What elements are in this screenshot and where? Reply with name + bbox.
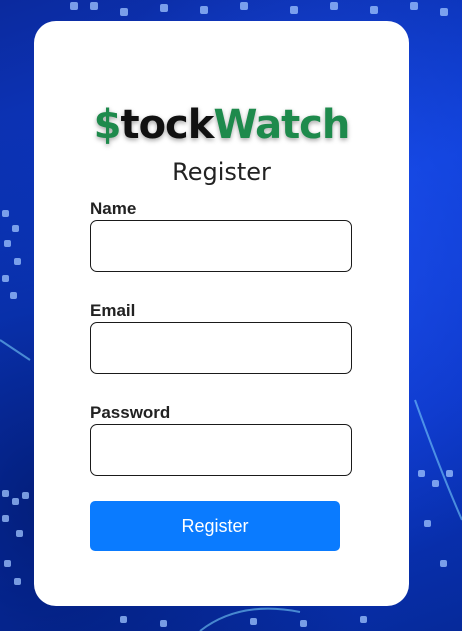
password-input[interactable]	[90, 424, 352, 476]
page-title: Register	[172, 158, 271, 186]
register-button[interactable]: Register	[90, 501, 340, 551]
email-input[interactable]	[90, 322, 352, 374]
brand-logo-tock: tock	[120, 102, 214, 148]
name-label: Name	[90, 199, 137, 218]
name-input[interactable]	[90, 220, 352, 272]
brand-logo-dollar: $	[93, 102, 122, 148]
register-card: $tockWatch Register Name Email Password …	[34, 21, 409, 606]
brand-logo-watch: Watch	[213, 102, 350, 148]
email-label: Email	[90, 301, 136, 320]
password-label: Password	[90, 403, 171, 422]
brand-logo: $tockWatch	[34, 99, 409, 151]
